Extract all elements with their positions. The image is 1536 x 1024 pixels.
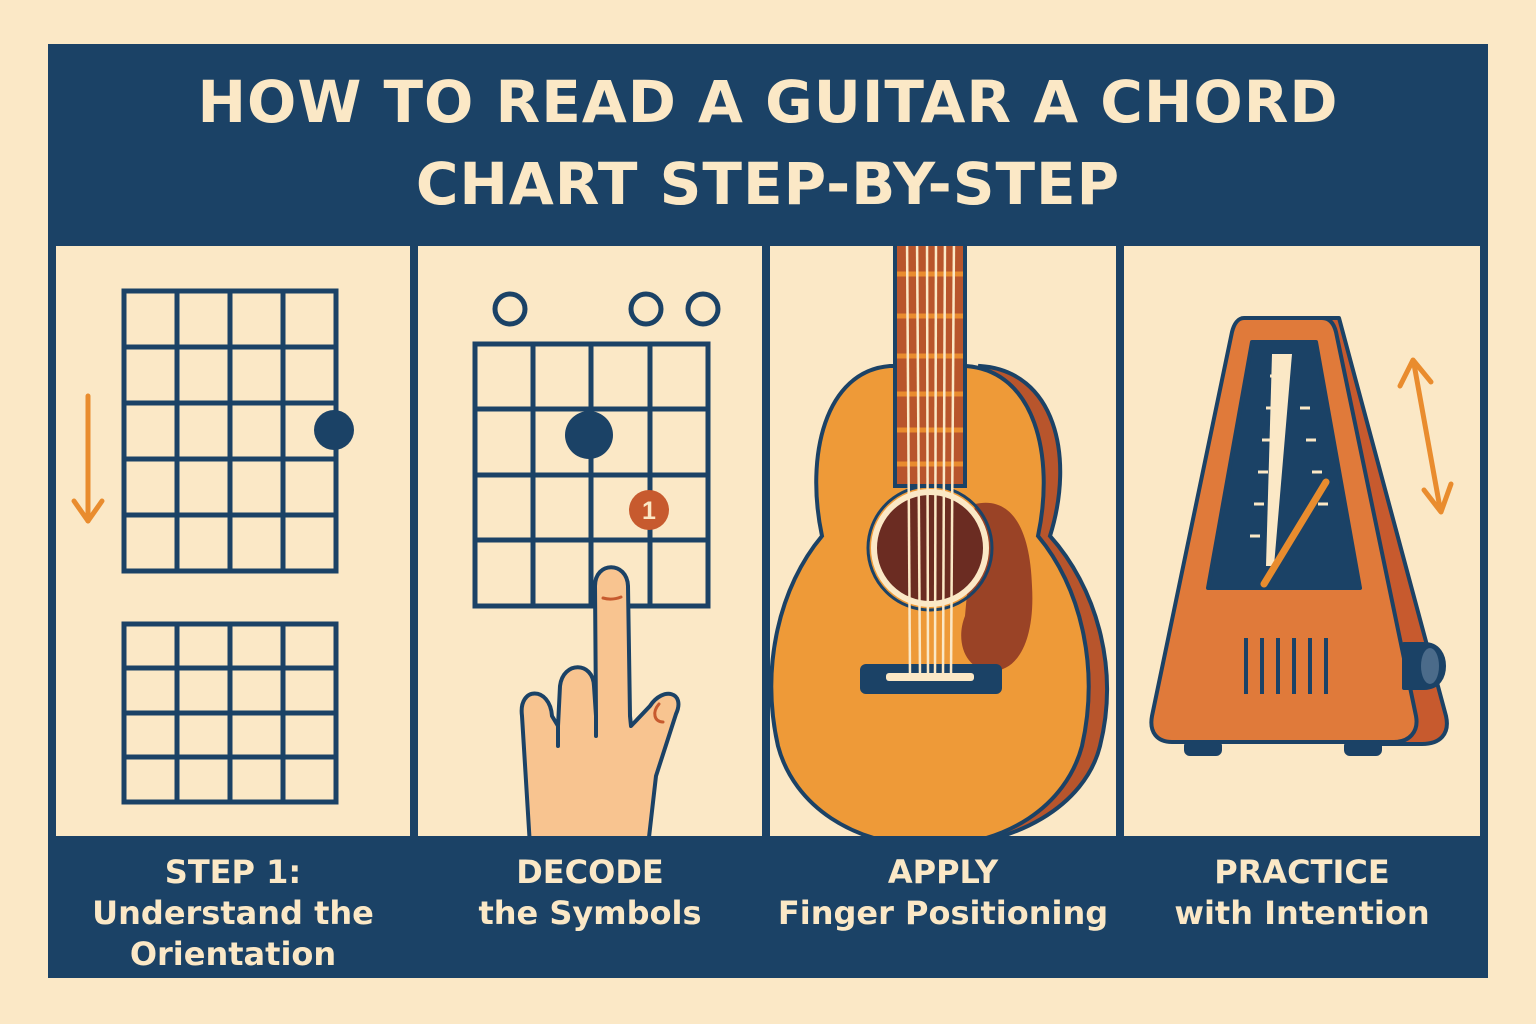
title-line-1: HOW TO READ A GUITAR A CHORD <box>197 68 1339 136</box>
step-4-subtitle: with Intention <box>1174 894 1430 932</box>
positioning-illustration <box>770 246 1109 836</box>
metronome-foot-right <box>1344 740 1382 756</box>
step-4-title: PRACTICE <box>1214 853 1390 891</box>
arrow-down-icon <box>71 393 105 524</box>
practice-illustration <box>1149 316 1454 756</box>
step-1-title: STEP 1: <box>164 853 302 891</box>
metronome-foot-left <box>1184 740 1222 756</box>
orientation-illustration <box>71 288 354 805</box>
step-1-subtitle-cont: Orientation <box>129 935 337 973</box>
panel-positioning <box>770 246 1116 836</box>
step-caption-1: STEP 1: Understand the Orientation <box>56 852 410 978</box>
panel-symbols: 1 <box>418 246 762 836</box>
step-caption-3: APPLY Finger Positioning <box>770 852 1116 978</box>
panel-practice <box>1124 246 1480 836</box>
panel-orientation <box>56 246 410 836</box>
step-2-title: DECODE <box>516 853 664 891</box>
step-2-subtitle: the Symbols <box>478 894 702 932</box>
finger-number: 1 <box>642 497 656 525</box>
acoustic-guitar-icon <box>770 246 1109 836</box>
page-title: HOW TO READ A GUITAR A CHORD CHART STEP-… <box>48 44 1488 242</box>
chord-grid <box>472 341 711 609</box>
step-3-subtitle: Finger Positioning <box>777 894 1109 932</box>
chord-grid-top <box>121 288 339 574</box>
step-caption-4: PRACTICE with Intention <box>1124 852 1480 978</box>
step-caption-2: DECODE the Symbols <box>418 852 762 978</box>
finger-dot <box>565 411 613 459</box>
symbols-illustration: 1 <box>472 291 721 836</box>
step-3-title: APPLY <box>887 853 999 891</box>
double-arrow-icon <box>1397 357 1454 515</box>
sound-hole <box>871 489 989 607</box>
finger-number-badge: 1 <box>629 490 669 530</box>
title-line-2: CHART STEP-BY-STEP <box>415 150 1121 218</box>
open-string-markers <box>492 291 721 327</box>
finger-dot <box>314 410 354 450</box>
chord-grid-bottom <box>121 621 339 805</box>
step-1-subtitle: Understand the <box>92 894 374 932</box>
